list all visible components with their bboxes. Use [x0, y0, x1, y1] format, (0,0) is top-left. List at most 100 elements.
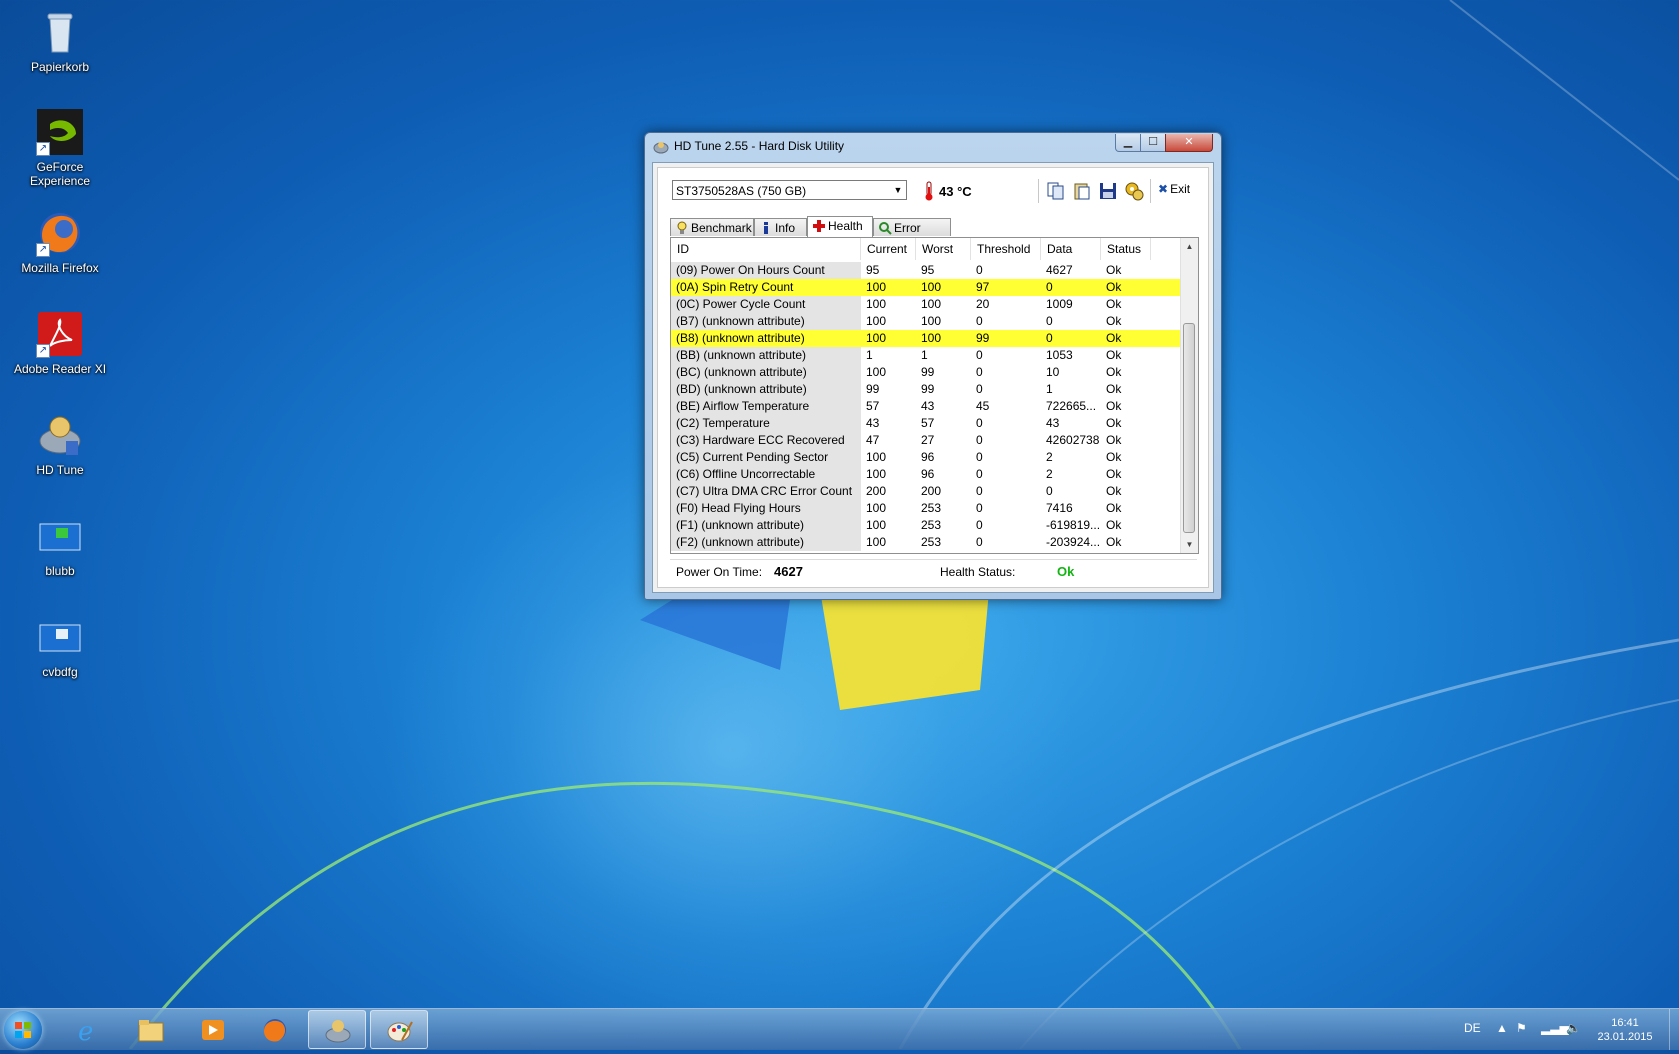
hdtune-icon — [325, 1020, 351, 1043]
desktop-icon-blubb[interactable]: blubb — [8, 512, 112, 578]
cell-data: 0 — [1046, 314, 1053, 328]
cell-threshold: 0 — [976, 433, 983, 447]
action-center-flag-icon[interactable]: ⚑ — [1516, 1021, 1527, 1035]
column-header-status[interactable]: Status — [1101, 238, 1151, 260]
table-row[interactable]: (C3) Hardware ECC Recovered 47 27 0 42602738… — [671, 432, 1181, 449]
taskbar-ie[interactable]: e — [60, 1010, 118, 1049]
table-row[interactable]: (C7) Ultra DMA CRC Error Count 200 200 0 0 Ok — [671, 483, 1181, 500]
maximize-button[interactable]: ☐ — [1140, 134, 1166, 152]
options-button[interactable] — [1123, 180, 1145, 202]
folder-icon — [138, 1020, 164, 1042]
start-button[interactable] — [4, 1011, 42, 1049]
column-header-current[interactable]: Current — [861, 238, 916, 260]
cell-worst: 57 — [921, 416, 935, 430]
tab-health[interactable]: Health — [807, 216, 873, 237]
show-desktop-button[interactable] — [1669, 1009, 1679, 1050]
desktop-icon-recycle-bin[interactable]: Papierkorb — [8, 8, 112, 74]
table-row[interactable]: (C5) Current Pending Sector 100 96 0 2 Ok — [671, 449, 1181, 466]
table-row[interactable]: (BC) (unknown attribute) 100 99 0 10 Ok — [671, 364, 1181, 381]
shortcut-arrow-icon: ↗ — [36, 243, 50, 257]
temperature-readout: 43 °C — [939, 184, 972, 199]
table-row[interactable]: (F2) (unknown attribute) 100 253 0 -203924..… — [671, 534, 1181, 551]
clock-time: 16:41 — [1611, 1017, 1639, 1029]
table-row[interactable]: (C6) Offline Uncorrectable 100 96 0 2 Ok — [671, 466, 1181, 483]
table-row[interactable]: (F1) (unknown attribute) 100 253 0 -619819..… — [671, 517, 1181, 534]
taskbar-paint[interactable] — [370, 1010, 428, 1049]
exit-label: Exit — [1170, 182, 1191, 196]
cell-current: 100 — [866, 280, 887, 294]
table-row[interactable]: (BB) (unknown attribute) 1 1 0 1053 Ok — [671, 347, 1181, 364]
scrollbar-thumb[interactable] — [1183, 323, 1195, 533]
cell-worst: 27 — [921, 433, 935, 447]
copy-screenshot-button[interactable] — [1071, 180, 1093, 202]
table-row[interactable]: (B7) (unknown attribute) 100 100 0 0 Ok — [671, 313, 1181, 330]
desktop-icon-firefox[interactable]: ↗ Mozilla Firefox — [8, 209, 112, 275]
copy-text-button[interactable] — [1045, 180, 1067, 202]
floppy-icon — [1100, 183, 1116, 199]
table-row[interactable]: (C2) Temperature 43 57 0 43 Ok — [671, 415, 1181, 432]
tab-error-scan[interactable]: Error Scan — [873, 218, 951, 253]
cell-threshold: 45 — [976, 399, 990, 413]
table-row[interactable]: (09) Power On Hours Count 95 95 0 4627 Ok — [671, 262, 1181, 279]
chevron-down-icon[interactable]: ▼ — [890, 181, 906, 199]
column-header-data[interactable]: Data — [1041, 238, 1101, 260]
cell-current: 95 — [866, 263, 880, 277]
close-button[interactable]: ✕ — [1165, 134, 1213, 152]
tab-info[interactable]: Info — [754, 218, 807, 236]
cell-threshold: 97 — [976, 280, 990, 294]
clock-date: 23.01.2015 — [1597, 1031, 1653, 1043]
cell-current: 1 — [866, 348, 873, 362]
cell-worst: 43 — [921, 399, 935, 413]
desktop-icon-label: Adobe Reader XI — [13, 362, 107, 376]
table-row[interactable]: (0C) Power Cycle Count 100 100 20 1009 Ok — [671, 296, 1181, 313]
clipboard-icon — [1074, 183, 1090, 200]
table-row[interactable]: (BE) Airflow Temperature 57 43 45 722665... O… — [671, 398, 1181, 415]
cell-threshold: 0 — [976, 501, 983, 515]
cell-current: 100 — [866, 501, 887, 515]
table-row[interactable]: (F0) Head Flying Hours 100 253 0 7416 Ok — [671, 500, 1181, 517]
taskbar-firefox[interactable] — [246, 1010, 304, 1049]
desktop-icon-hdtune[interactable]: HD Tune — [8, 411, 112, 477]
network-signal-icon[interactable]: ▂▃▅ — [1541, 1021, 1569, 1035]
vertical-scrollbar[interactable]: ▲ ▼ — [1180, 238, 1198, 553]
cell-threshold: 0 — [976, 382, 983, 396]
cell-status: Ok — [1106, 501, 1122, 515]
cell-id: (0A) Spin Retry Count — [671, 279, 861, 296]
save-button[interactable] — [1097, 180, 1119, 202]
column-header-worst[interactable]: Worst — [916, 238, 971, 260]
table-row[interactable]: (0A) Spin Retry Count 100 100 97 0 Ok — [671, 279, 1181, 296]
language-indicator[interactable]: DE — [1464, 1021, 1481, 1035]
recycle-bin-icon — [36, 8, 84, 56]
table-row[interactable]: (BD) (unknown attribute) 99 99 0 1 Ok — [671, 381, 1181, 398]
cell-current: 47 — [866, 433, 880, 447]
cell-worst: 99 — [921, 382, 935, 396]
volume-icon[interactable]: 🔈 — [1566, 1021, 1581, 1035]
toolbar-separator — [1038, 179, 1039, 203]
shortcut-arrow-icon: ↗ — [36, 344, 50, 358]
tab-label: Health — [828, 219, 863, 233]
cell-id: (C7) Ultra DMA CRC Error Count — [671, 483, 861, 500]
window-titlebar[interactable]: HD Tune 2.55 - Hard Disk Utility ▁ ☐ ✕ — [645, 133, 1221, 161]
desktop-icon-adobe-reader[interactable]: ↗ Adobe Reader XI — [8, 310, 112, 376]
desktop-icon-geforce[interactable]: ↗ GeForce Experience — [8, 108, 112, 188]
cell-status: Ok — [1106, 280, 1122, 294]
window-title: HD Tune 2.55 - Hard Disk Utility — [674, 139, 845, 153]
chevron-up-icon[interactable]: ▲ — [1496, 1021, 1508, 1035]
desktop-icon-label: HD Tune — [36, 463, 84, 477]
desktop-icon-cvbdfg[interactable]: cvbdfg — [8, 613, 112, 679]
taskbar-explorer[interactable] — [122, 1010, 180, 1049]
scroll-down-icon[interactable]: ▼ — [1181, 536, 1198, 553]
scroll-up-icon[interactable]: ▲ — [1181, 238, 1198, 255]
drive-select[interactable]: ST3750528AS (750 GB) ▼ — [672, 180, 907, 200]
taskbar-hdtune[interactable] — [308, 1010, 366, 1049]
clock[interactable]: 16:41 23.01.2015 — [1590, 1016, 1660, 1044]
exit-button[interactable]: ✖ Exit — [1158, 182, 1190, 196]
smart-attributes-table[interactable]: ID Current Worst Threshold Data Status (… — [670, 237, 1199, 554]
cell-id: (C5) Current Pending Sector — [671, 449, 861, 466]
tab-benchmark[interactable]: Benchmark — [670, 218, 754, 236]
column-header-id[interactable]: ID — [671, 238, 861, 260]
taskbar-media-player[interactable] — [184, 1010, 242, 1049]
minimize-button[interactable]: ▁ — [1115, 134, 1141, 152]
column-header-threshold[interactable]: Threshold — [971, 238, 1041, 260]
table-row[interactable]: (B8) (unknown attribute) 100 100 99 0 Ok — [671, 330, 1181, 347]
